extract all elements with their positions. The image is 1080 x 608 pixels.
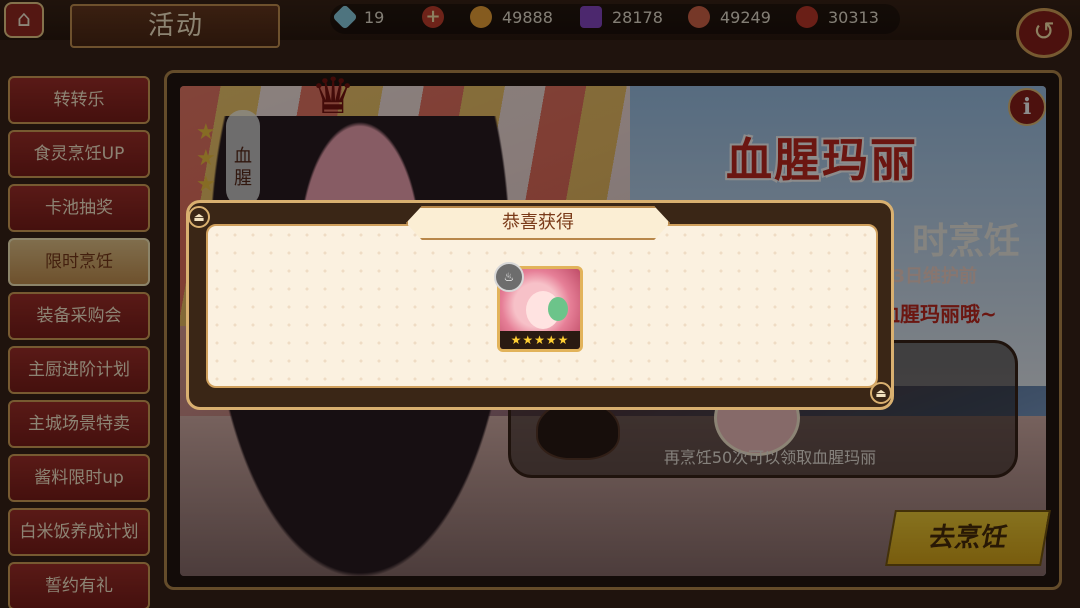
card-rarity-stars: ★★★★★ <box>500 331 580 349</box>
steam-bowl-icon: ♨ <box>494 262 524 292</box>
modal-corner-knob-icon: ⏏ <box>188 206 210 228</box>
modal-title: 恭喜获得 <box>502 212 574 233</box>
modal-corner-knob-icon: ⏏ <box>870 382 892 404</box>
eye-patch <box>548 297 568 321</box>
